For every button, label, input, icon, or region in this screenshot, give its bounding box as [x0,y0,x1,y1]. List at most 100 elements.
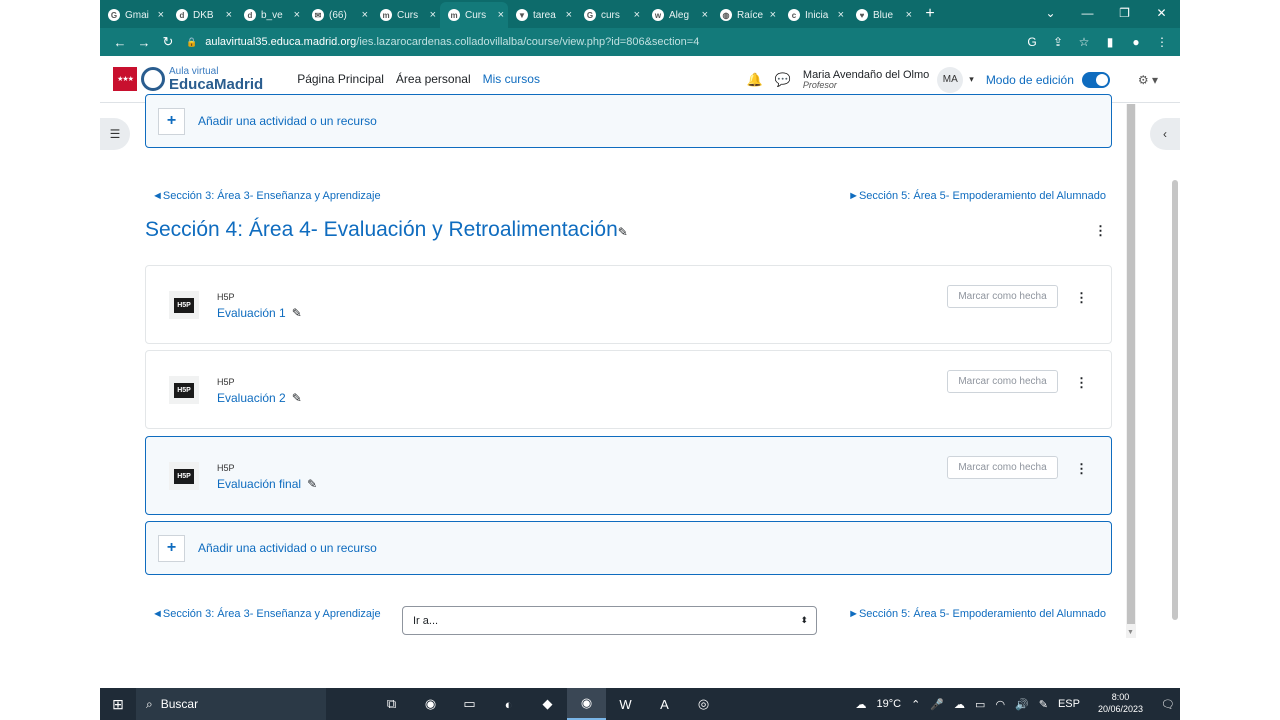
word-icon[interactable]: W [606,688,645,720]
minimize-icon[interactable]: — [1069,0,1106,28]
page-scrollbar[interactable] [1172,180,1178,620]
edge-icon[interactable]: ◐ [489,688,528,720]
close-icon[interactable]: × [430,9,436,21]
settings-gear-icon[interactable]: ⚙ ▾ [1138,73,1158,87]
edit-pencil-icon[interactable]: ✎ [292,391,302,405]
close-icon[interactable]: × [634,9,640,21]
browser-window: G Gmai × d DKB × d b_ve × ✉ (66) × m Curs × m Curs ×… [100,0,1180,688]
share-icon[interactable]: ⇪ [1048,35,1068,49]
task-view-icon[interactable]: ⧉ [372,688,411,720]
next-section-link[interactable]: ►Sección 5: Área 5- Empoderamiento del A… [848,190,1106,202]
messages-icon[interactable]: 💬 [775,72,791,88]
shield-icon: ▼ [516,9,528,21]
edit-pencil-icon[interactable]: ✎ [618,225,628,239]
battery-icon[interactable]: ▭ [975,698,985,711]
volume-icon[interactable]: 🔊 [1015,698,1029,711]
google-lens-icon[interactable]: G [1022,35,1042,49]
reload-icon[interactable]: ↻ [156,34,180,50]
close-icon[interactable]: × [498,9,504,21]
browser-tab[interactable]: d b_ve × [236,2,304,28]
weather-icon[interactable]: ☁ [856,698,867,711]
close-icon[interactable]: × [566,9,572,21]
notifications-icon[interactable]: 🗨 [1161,698,1175,711]
browser-tab[interactable]: G Gmai × [100,2,168,28]
close-icon[interactable]: × [226,9,232,21]
back-icon[interactable]: ← [108,35,132,50]
site-logo[interactable]: ★★★ Aula virtual EducaMadrid [113,66,263,92]
browser-tab[interactable]: ♥ Blue × [848,2,916,28]
outer-background-left [0,0,100,688]
menu-kebab-icon[interactable]: ⋮ [1152,35,1172,49]
forward-icon[interactable]: → [132,35,156,50]
edit-pencil-icon[interactable]: ✎ [292,306,302,320]
taskbar-search[interactable]: ⌕ Buscar [136,688,326,720]
close-icon[interactable]: × [838,9,844,21]
close-icon[interactable]: × [906,9,912,21]
browser-tab-active[interactable]: m Curs × [440,2,508,28]
inner-scrollbar[interactable]: ▼ [1126,104,1136,638]
next-section-link-bottom[interactable]: ►Sección 5: Área 5- Empoderamiento del A… [848,608,1106,620]
maximize-icon[interactable]: ❐ [1106,0,1143,28]
chevron-up-icon[interactable]: ⌃ [911,698,920,711]
close-icon[interactable]: × [294,9,300,21]
plus-icon: + [158,534,185,562]
close-icon[interactable]: × [362,9,368,21]
mark-done-button[interactable]: Marcar como hecha [947,285,1058,308]
microphone-icon[interactable]: 🎤 [930,698,944,711]
prev-section-link-bottom[interactable]: ◄Sección 3: Área 3- Enseñanza y Aprendiz… [152,608,381,620]
browser-tab[interactable]: m Curs × [372,2,440,28]
scrollbar-thumb[interactable] [1127,104,1135,624]
wifi-icon[interactable]: ◠ [995,698,1005,711]
activity-actions-kebab-icon[interactable]: ⋮ [1075,461,1088,477]
add-activity-button-bottom[interactable]: + Añadir una actividad o un recurso [145,521,1112,575]
section-actions-kebab-icon[interactable]: ⋮ [1094,223,1107,239]
browser-tab[interactable]: ◍ Raíce × [712,2,780,28]
edit-mode-label: Modo de edición [985,72,1074,87]
url-field[interactable]: 🔒 aulavirtual35.educa.madrid.org/ies.laz… [186,31,1022,53]
browser-tab[interactable]: ✉ (66) × [304,2,372,28]
close-icon[interactable]: × [158,9,164,21]
prev-section-link[interactable]: ◄Sección 3: Área 3- Enseñanza y Aprendiz… [152,190,381,202]
chevron-down-icon[interactable]: ▾ [969,74,974,85]
sidebar-icon[interactable]: ▮ [1100,35,1120,49]
profile-icon[interactable]: ● [1126,35,1146,49]
onedrive-icon[interactable]: ☁ [954,698,965,711]
close-icon[interactable]: × [770,9,776,21]
browser-tab[interactable]: ▼ tarea × [508,2,576,28]
jump-to-section-select[interactable]: Ir a... ⬍ [402,606,817,635]
app-icon[interactable]: ◎ [684,688,723,720]
new-tab-button[interactable]: + [916,2,944,28]
browser-tab[interactable]: Gcurs × [576,2,644,28]
close-icon[interactable]: × [702,9,708,21]
pen-icon[interactable]: ✎ [1039,698,1048,711]
acrobat-icon[interactable]: A [645,688,684,720]
block-drawer-toggle-icon[interactable]: ‹ [1150,118,1180,150]
chrome-active-icon[interactable]: ◉ [567,688,606,720]
avatar[interactable]: MA [937,66,964,93]
windows-start-icon[interactable]: ⊞ [100,696,136,713]
browser-tab[interactable]: c Inicia × [780,2,848,28]
mark-done-button[interactable]: Marcar como hecha [947,456,1058,479]
google-icon: G [584,9,596,21]
edit-pencil-icon[interactable]: ✎ [307,477,317,491]
mark-done-button[interactable]: Marcar como hecha [947,370,1058,393]
edit-mode-toggle[interactable] [1081,71,1110,88]
file-explorer-icon[interactable]: ▭ [450,688,489,720]
browser-tab[interactable]: d DKB × [168,2,236,28]
activity-actions-kebab-icon[interactable]: ⋮ [1075,375,1088,391]
clock[interactable]: 8:00 20/06/2023 [1093,692,1148,715]
app-icon[interactable]: ◆ [528,688,567,720]
activity-link[interactable]: Evaluación final ✎ [217,477,317,491]
notifications-bell-icon[interactable]: 🔔 [747,72,763,88]
add-activity-button-top[interactable]: + Añadir una actividad o un recurso [145,94,1112,148]
tab-search-icon[interactable]: ⌄ [1032,0,1069,28]
bookmark-star-icon[interactable]: ☆ [1074,35,1094,49]
scroll-down-icon[interactable]: ▼ [1127,629,1134,636]
chrome-icon[interactable]: ◉ [411,688,450,720]
activity-link[interactable]: Evaluación 2 ✎ [217,391,302,405]
browser-tab[interactable]: w Aleg × [644,2,712,28]
close-window-icon[interactable]: ✕ [1143,0,1180,28]
activity-link[interactable]: Evaluación 1 ✎ [217,306,302,320]
user-menu[interactable]: Maria Avendaño del Olmo Profesor [803,69,929,91]
activity-actions-kebab-icon[interactable]: ⋮ [1075,290,1088,306]
